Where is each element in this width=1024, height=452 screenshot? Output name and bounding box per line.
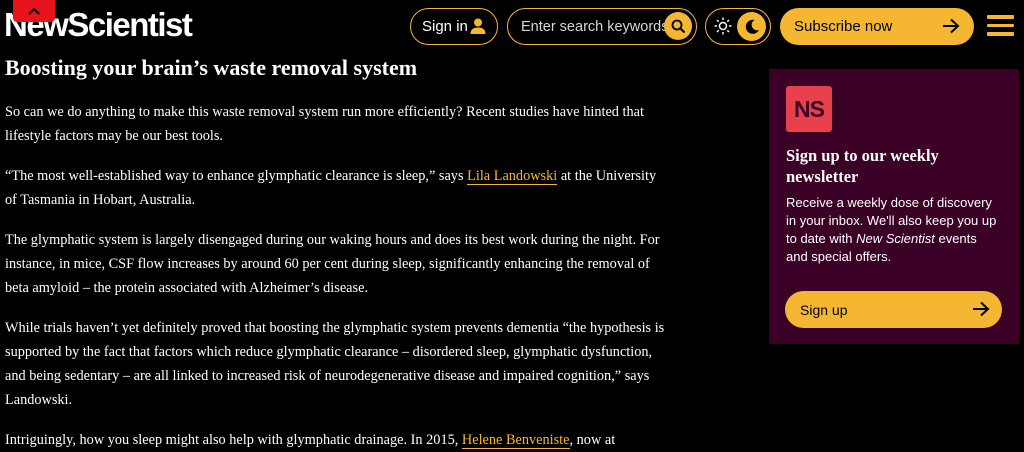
back-to-top-button[interactable] [13, 0, 55, 22]
paragraph: While trials haven’t yet definitely prov… [5, 320, 665, 408]
sign-in-button[interactable]: Sign in [410, 8, 498, 45]
moon-icon[interactable] [737, 12, 766, 41]
arrow-right-icon [943, 18, 960, 34]
newsletter-title: Sign up to our weekly newsletter [786, 146, 939, 186]
sign-up-label: Sign up [800, 301, 848, 318]
newsletter-description: Receive a weekly dose of discovery in yo… [786, 195, 997, 264]
site-header: NewScientist Sign in Enter search keywor… [0, 0, 1024, 54]
section-heading: Boosting your brain’s waste removal syst… [5, 55, 418, 80]
search-box [507, 8, 697, 45]
user-icon [470, 18, 486, 34]
search-input[interactable] [521, 18, 666, 35]
sign-in-label: Sign in [422, 18, 468, 35]
search-button[interactable] [664, 12, 692, 40]
subscribe-label: Subscribe now [794, 18, 893, 35]
subscribe-button[interactable]: Subscribe now [780, 8, 974, 45]
paragraph: So can we do anything to make this waste… [5, 104, 644, 144]
author-link-helene-benveniste[interactable]: Helene Benveniste [461, 432, 570, 449]
search-icon [671, 19, 685, 33]
newsletter-sign-up-button[interactable]: Sign up [785, 291, 1002, 328]
ns-logo: NS [786, 86, 832, 132]
author-link-lila-landowski[interactable]: Lila Landowski [467, 168, 558, 185]
arrow-right-icon [973, 301, 990, 317]
paragraph: The glymphatic system is largely disenga… [5, 232, 660, 296]
hamburger-menu-icon[interactable] [987, 15, 1014, 37]
newsletter-signup-panel: NS Sign up to our weekly newsletter Rece… [769, 69, 1019, 344]
article-body: Boosting your brain’s waste removal syst… [5, 55, 670, 452]
paragraph: “The most well-established way to enhanc… [5, 168, 657, 208]
chevron-up-icon [28, 7, 40, 15]
theme-toggle[interactable] [705, 8, 771, 45]
sun-icon[interactable] [712, 15, 734, 37]
paragraph: Intriguingly, how you sleep might also h… [5, 432, 616, 449]
